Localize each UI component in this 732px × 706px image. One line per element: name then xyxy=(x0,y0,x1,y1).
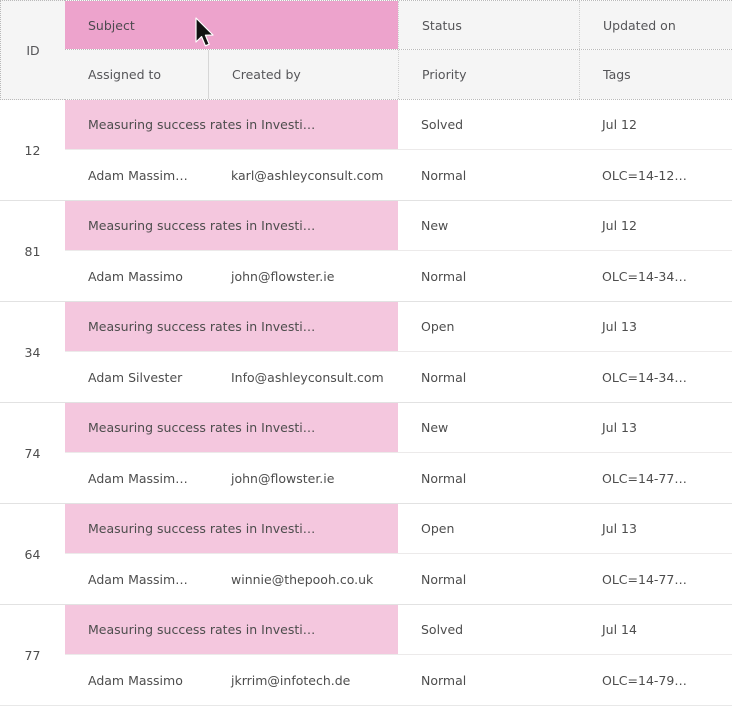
cell-priority: Normal xyxy=(421,470,467,486)
cell-assigned-to: Adam Massim… xyxy=(88,167,188,183)
cell-assigned-to: Adam Massimo xyxy=(88,268,183,284)
cell-status: Open xyxy=(421,521,455,536)
table-row[interactable]: 77 Measuring success rates in Investi… S… xyxy=(0,605,732,706)
cell-id: 77 xyxy=(0,605,65,705)
table-row-secondary: Adam Silvester Info@ashleyconsult.com No… xyxy=(65,352,732,402)
table-body: 12 Measuring success rates in Investi… S… xyxy=(0,100,732,706)
cell-subject[interactable]: Measuring success rates in Investi… xyxy=(65,302,398,351)
table-row-secondary: Adam Massim… winnie@thepooh.co.uk Normal… xyxy=(65,554,732,604)
cell-id: 74 xyxy=(0,403,65,503)
cell-tags: OLC=14-77… xyxy=(602,470,687,486)
table-row[interactable]: 12 Measuring success rates in Investi… S… xyxy=(0,100,732,201)
table-row-primary: Measuring success rates in Investi… New … xyxy=(65,403,732,453)
column-header-status[interactable]: Status xyxy=(398,1,579,49)
table-row-secondary: Adam Massim… john@flowster.ie Normal OLC… xyxy=(65,453,732,503)
cell-priority: Normal xyxy=(421,268,467,284)
table-row[interactable]: 74 Measuring success rates in Investi… N… xyxy=(0,403,732,504)
table-header-row-secondary: Assigned to Created by Priority Tags xyxy=(65,50,732,100)
column-header-updated-on[interactable]: Updated on xyxy=(579,1,732,49)
table-row-secondary: Adam Massim… karl@ashleyconsult.com Norm… xyxy=(65,150,732,200)
table-row-primary: Measuring success rates in Investi… Open… xyxy=(65,302,732,352)
cell-updated-on: Jul 14 xyxy=(602,622,637,637)
table-row[interactable]: 34 Measuring success rates in Investi… O… xyxy=(0,302,732,403)
column-header-id[interactable]: ID xyxy=(0,0,65,100)
cell-id: 81 xyxy=(0,201,65,301)
cell-status: New xyxy=(421,218,449,233)
column-header-priority[interactable]: Priority xyxy=(398,50,579,99)
cell-status: Solved xyxy=(421,117,464,132)
cell-updated-on: Jul 13 xyxy=(602,420,637,435)
column-header-id-label: ID xyxy=(26,42,40,58)
cell-created-by: winnie@thepooh.co.uk xyxy=(231,571,374,587)
cell-tags: OLC=14-77… xyxy=(602,571,687,587)
table-row-primary: Measuring success rates in Investi… Solv… xyxy=(65,100,732,150)
cell-priority: Normal xyxy=(421,571,467,587)
table-header: ID Subject Status Updated on Assigned to… xyxy=(0,0,732,100)
cell-created-by: john@flowster.ie xyxy=(231,470,335,486)
cell-created-by: karl@ashleyconsult.com xyxy=(231,167,384,183)
cell-assigned-to: Adam Massimo xyxy=(88,672,183,688)
tickets-table: ID Subject Status Updated on Assigned to… xyxy=(0,0,732,706)
table-row-primary: Measuring success rates in Investi… Open… xyxy=(65,504,732,554)
table-row-primary: Measuring success rates in Investi… Solv… xyxy=(65,605,732,655)
cell-priority: Normal xyxy=(421,167,467,183)
cell-id: 34 xyxy=(0,302,65,402)
ticket-table-screen: ID Subject Status Updated on Assigned to… xyxy=(0,0,732,706)
cell-updated-on: Jul 12 xyxy=(602,218,637,233)
table-row-secondary: Adam Massimo jkrrim@infotech.de Normal O… xyxy=(65,655,732,705)
cell-updated-on: Jul 12 xyxy=(602,117,637,132)
cell-tags: OLC=14-34… xyxy=(602,268,687,284)
column-header-tags[interactable]: Tags xyxy=(579,50,732,99)
cell-subject[interactable]: Measuring success rates in Investi… xyxy=(65,403,398,452)
cell-created-by: john@flowster.ie xyxy=(231,268,335,284)
cell-created-by: jkrrim@infotech.de xyxy=(231,672,351,688)
table-row-primary: Measuring success rates in Investi… New … xyxy=(65,201,732,251)
table-row[interactable]: 81 Measuring success rates in Investi… N… xyxy=(0,201,732,302)
cell-subject[interactable]: Measuring success rates in Investi… xyxy=(65,100,398,149)
cell-updated-on: Jul 13 xyxy=(602,319,637,334)
cell-status: New xyxy=(421,420,449,435)
cell-updated-on: Jul 13 xyxy=(602,521,637,536)
table-header-row-primary: Subject Status Updated on xyxy=(65,0,732,50)
cell-subject[interactable]: Measuring success rates in Investi… xyxy=(65,504,398,553)
cell-priority: Normal xyxy=(421,369,467,385)
cell-priority: Normal xyxy=(421,672,467,688)
table-row-secondary: Adam Massimo john@flowster.ie Normal OLC… xyxy=(65,251,732,301)
cell-created-by: Info@ashleyconsult.com xyxy=(231,369,384,385)
cell-tags: OLC=14-12… xyxy=(602,167,687,183)
cell-assigned-to: Adam Silvester xyxy=(88,369,183,385)
cell-subject[interactable]: Measuring success rates in Investi… xyxy=(65,201,398,250)
cell-assigned-to: Adam Massim… xyxy=(88,470,188,486)
table-row[interactable]: 64 Measuring success rates in Investi… O… xyxy=(0,504,732,605)
cell-id: 12 xyxy=(0,100,65,200)
cell-assigned-to: Adam Massim… xyxy=(88,571,188,587)
cell-subject[interactable]: Measuring success rates in Investi… xyxy=(65,605,398,654)
cell-status: Solved xyxy=(421,622,464,637)
column-header-created-by[interactable]: Created by xyxy=(208,50,398,99)
column-header-subject[interactable]: Subject xyxy=(65,1,398,49)
cell-status: Open xyxy=(421,319,455,334)
column-header-assigned-to[interactable]: Assigned to xyxy=(65,50,208,99)
cell-tags: OLC=14-34… xyxy=(602,369,687,385)
cell-id: 64 xyxy=(0,504,65,604)
cell-tags: OLC=14-79… xyxy=(602,672,687,688)
